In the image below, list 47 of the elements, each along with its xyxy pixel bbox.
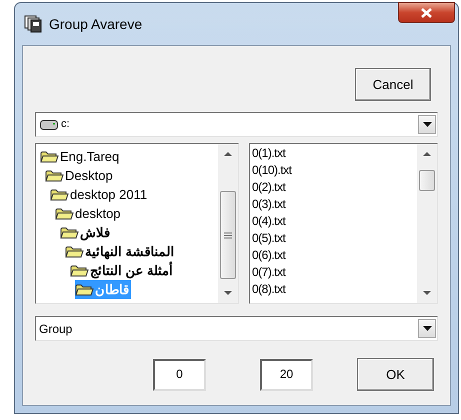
scroll-bar[interactable] — [417, 144, 437, 303]
folder-icon — [40, 150, 59, 164]
grip-icon — [224, 232, 232, 238]
app-icon — [24, 15, 42, 33]
file-item[interactable]: 0(6).txt — [252, 247, 417, 264]
scroll-bar[interactable] — [218, 144, 238, 303]
folder-icon — [45, 168, 64, 182]
folder-item[interactable]: فلاش — [60, 223, 112, 242]
dropdown-button[interactable] — [418, 319, 436, 338]
folder-icon — [55, 206, 74, 220]
dropdown-button[interactable] — [418, 115, 436, 134]
ok-button[interactable]: OK — [357, 358, 434, 391]
close-icon — [421, 8, 432, 18]
drive-value: c: — [61, 117, 70, 132]
file-item[interactable]: 0(7).txt — [252, 264, 417, 281]
group-value: Group — [38, 320, 72, 338]
drive-combo[interactable]: c: — [35, 112, 438, 137]
group-combo[interactable]: Group — [35, 316, 438, 341]
file-list[interactable]: 0(1).txt 0(10).txt 0(2).txt 0(3).txt 0(4).txt 0(5).txt 0(6).txt 0(7).txt 0(8).txt — [249, 143, 438, 304]
folder-icon — [50, 188, 69, 202]
folder-icon — [70, 264, 89, 278]
file-item[interactable]: 0(8).txt — [252, 281, 417, 298]
folder-icon — [75, 282, 94, 296]
number-field[interactable]: 20 — [260, 358, 313, 390]
drive-icon — [40, 120, 58, 130]
folder-item[interactable]: أمثلة عن النتائج — [70, 261, 176, 280]
number-field[interactable]: 0 — [153, 358, 206, 390]
folder-item[interactable]: desktop 2011 — [50, 185, 150, 204]
file-item[interactable]: 0(1).txt — [252, 145, 417, 162]
scroll-thumb[interactable] — [419, 170, 435, 191]
close-button[interactable] — [398, 2, 455, 23]
caret-icon — [422, 122, 432, 127]
folder-icon — [65, 244, 84, 258]
folder-item[interactable]: desktop — [55, 204, 123, 223]
file-item[interactable]: 0(3).txt — [252, 196, 417, 213]
file-item[interactable]: 0(4).txt — [252, 213, 417, 230]
folder-item[interactable]: Eng.Tareq — [40, 147, 122, 166]
folder-item[interactable]: المناقشة النهائية — [65, 242, 177, 261]
cancel-button[interactable]: Cancel — [355, 68, 431, 101]
file-item[interactable]: 0(10).txt — [252, 162, 417, 179]
scroll-thumb[interactable] — [220, 191, 236, 279]
window-title: Group Avareve — [49, 14, 142, 34]
file-item[interactable]: 0(2).txt — [252, 179, 417, 196]
caret-icon — [422, 326, 432, 331]
folder-item[interactable]: Desktop — [45, 166, 115, 185]
folder-icon — [60, 226, 79, 240]
file-item[interactable]: 0(5).txt — [252, 230, 417, 247]
